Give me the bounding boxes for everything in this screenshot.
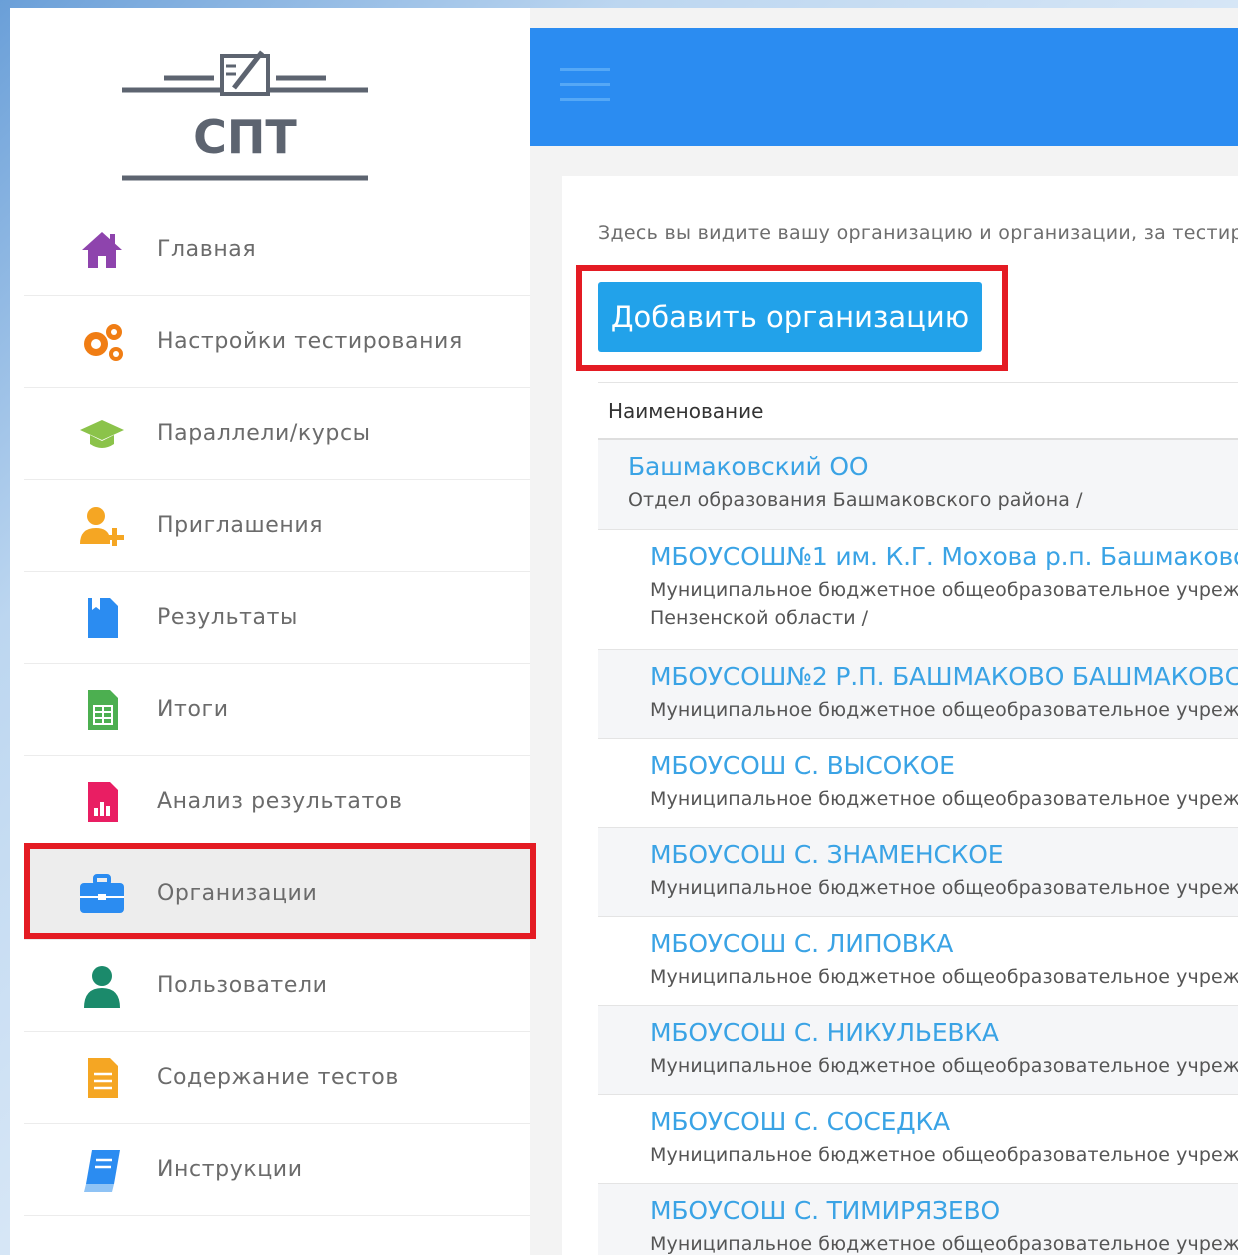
- organization-description: Муниципальное бюджетное общеобразователь…: [650, 1055, 1238, 1077]
- sidebar-item-totals[interactable]: Итоги: [24, 664, 530, 756]
- sidebar-item-label: Приглашения: [157, 513, 324, 538]
- organizations-panel: Здесь вы видите вашу организацию и орган…: [562, 176, 1238, 1255]
- organization-name-link[interactable]: МБОУСОШ С. ЗНАМЕНСКОЕ: [650, 840, 1238, 869]
- table-row[interactable]: МБОУСОШ С. ЛИПОВКА Муниципальное бюджетн…: [598, 917, 1238, 1006]
- sidebar-item-label: Анализ результатов: [157, 789, 403, 814]
- list-file-icon: [78, 1054, 126, 1102]
- bookmark-file-icon: [78, 594, 126, 642]
- top-header: [530, 28, 1238, 146]
- organization-name-link[interactable]: МБОУСОШ№1 им. К.Г. Мохова р.п. Башмаково: [650, 542, 1238, 571]
- sidebar-item-home[interactable]: Главная: [24, 204, 530, 296]
- organization-description: Муниципальное бюджетное общеобразователь…: [650, 579, 1238, 601]
- user-icon: [78, 962, 126, 1010]
- sidebar-item-label: Организации: [157, 881, 318, 906]
- app-logo[interactable]: СПТ: [122, 38, 368, 183]
- menu-toggle-icon[interactable]: [560, 68, 610, 104]
- menu-bar: [560, 83, 610, 86]
- sidebar-item-label: Итоги: [157, 697, 229, 722]
- table-row[interactable]: МБОУСОШ№1 им. К.Г. Мохова р.п. Башмаково…: [598, 530, 1238, 650]
- organization-name-link[interactable]: МБОУСОШ С. НИКУЛЬЕВКА: [650, 1018, 1238, 1047]
- sidebar-nav: Главная Настройки тестирования Параллели…: [24, 204, 530, 1216]
- table-row[interactable]: МБОУСОШ С. СОСЕДКА Муниципальное бюджетн…: [598, 1095, 1238, 1184]
- sidebar-item-test-settings[interactable]: Настройки тестирования: [24, 296, 530, 388]
- sidebar-item-users[interactable]: Пользователи: [24, 940, 530, 1032]
- sidebar-item-organizations[interactable]: Организации: [24, 848, 530, 940]
- sidebar-item-invitations[interactable]: Приглашения: [24, 480, 530, 572]
- organizations-table: Наименование Башмаковский ОО Отдел образ…: [598, 382, 1238, 1255]
- sidebar-item-label: Пользователи: [157, 973, 328, 998]
- sidebar: СПТ Главная Настройки тестирования Парал…: [10, 8, 530, 1255]
- table-row[interactable]: МБОУСОШ С. ВЫСОКОЕ Муниципальное бюджетн…: [598, 739, 1238, 828]
- table-row[interactable]: МБОУСОШ С. НИКУЛЬЕВКА Муниципальное бюдж…: [598, 1006, 1238, 1095]
- organization-name-link[interactable]: Башмаковский ОО: [628, 452, 1238, 481]
- sidebar-item-label: Настройки тестирования: [157, 329, 463, 354]
- sidebar-item-analysis[interactable]: Анализ результатов: [24, 756, 530, 848]
- graduation-cap-icon: [78, 410, 126, 458]
- sidebar-item-instructions[interactable]: Инструкции: [24, 1124, 530, 1216]
- sidebar-item-label: Инструкции: [157, 1157, 303, 1182]
- user-plus-icon: [78, 502, 126, 550]
- organization-description: Муниципальное бюджетное общеобразователь…: [650, 1233, 1238, 1255]
- organization-name-link[interactable]: МБОУСОШ№2 Р.П. БАШМАКОВО БАШМАКОВСК: [650, 662, 1238, 691]
- organization-description: Муниципальное бюджетное общеобразователь…: [650, 1144, 1238, 1166]
- spreadsheet-file-icon: [78, 686, 126, 734]
- organization-description: Муниципальное бюджетное общеобразователь…: [650, 699, 1238, 721]
- menu-bar: [560, 68, 610, 71]
- menu-bar: [560, 98, 610, 101]
- sidebar-item-label: Параллели/курсы: [157, 421, 371, 446]
- chart-file-icon: [78, 778, 126, 826]
- column-header-name: Наименование: [598, 382, 1238, 440]
- briefcase-icon: [78, 870, 126, 918]
- sidebar-item-results[interactable]: Результаты: [24, 572, 530, 664]
- organization-description-continued: Пензенской области /: [650, 607, 868, 629]
- app-window: СПТ Главная Настройки тестирования Парал…: [10, 8, 1238, 1255]
- organization-name-link[interactable]: МБОУСОШ С. ЛИПОВКА: [650, 929, 1238, 958]
- table-row[interactable]: Башмаковский ОО Отдел образования Башмак…: [598, 440, 1238, 530]
- sidebar-item-parallels[interactable]: Параллели/курсы: [24, 388, 530, 480]
- table-row[interactable]: МБОУСОШ С. ТИМИРЯЗЕВО Муниципальное бюдж…: [598, 1184, 1238, 1255]
- add-organization-button[interactable]: Добавить организацию: [598, 282, 982, 352]
- organization-name-link[interactable]: МБОУСОШ С. ТИМИРЯЗЕВО: [650, 1196, 1238, 1225]
- organization-description: Муниципальное бюджетное общеобразователь…: [650, 966, 1238, 988]
- table-row[interactable]: МБОУСОШ С. ЗНАМЕНСКОЕ Муниципальное бюдж…: [598, 828, 1238, 917]
- sidebar-item-label: Результаты: [157, 605, 299, 630]
- organization-description: Отдел образования Башмаковского района /: [628, 489, 1083, 511]
- sidebar-item-label: Содержание тестов: [157, 1065, 399, 1090]
- sidebar-item-label: Главная: [157, 237, 257, 262]
- book-icon: [78, 1146, 126, 1194]
- home-icon: [78, 226, 126, 274]
- page-description: Здесь вы видите вашу организацию и орган…: [598, 222, 1238, 244]
- organization-name-link[interactable]: МБОУСОШ С. ВЫСОКОЕ: [650, 751, 1238, 780]
- organization-description: Муниципальное бюджетное общеобразователь…: [650, 877, 1238, 899]
- table-row[interactable]: МБОУСОШ№2 Р.П. БАШМАКОВО БАШМАКОВСК Муни…: [598, 650, 1238, 739]
- gears-icon: [78, 318, 126, 366]
- logo-text: СПТ: [193, 110, 297, 164]
- organization-name-link[interactable]: МБОУСОШ С. СОСЕДКА: [650, 1107, 1238, 1136]
- organization-description: Муниципальное бюджетное общеобразователь…: [650, 788, 1238, 810]
- sidebar-item-test-content[interactable]: Содержание тестов: [24, 1032, 530, 1124]
